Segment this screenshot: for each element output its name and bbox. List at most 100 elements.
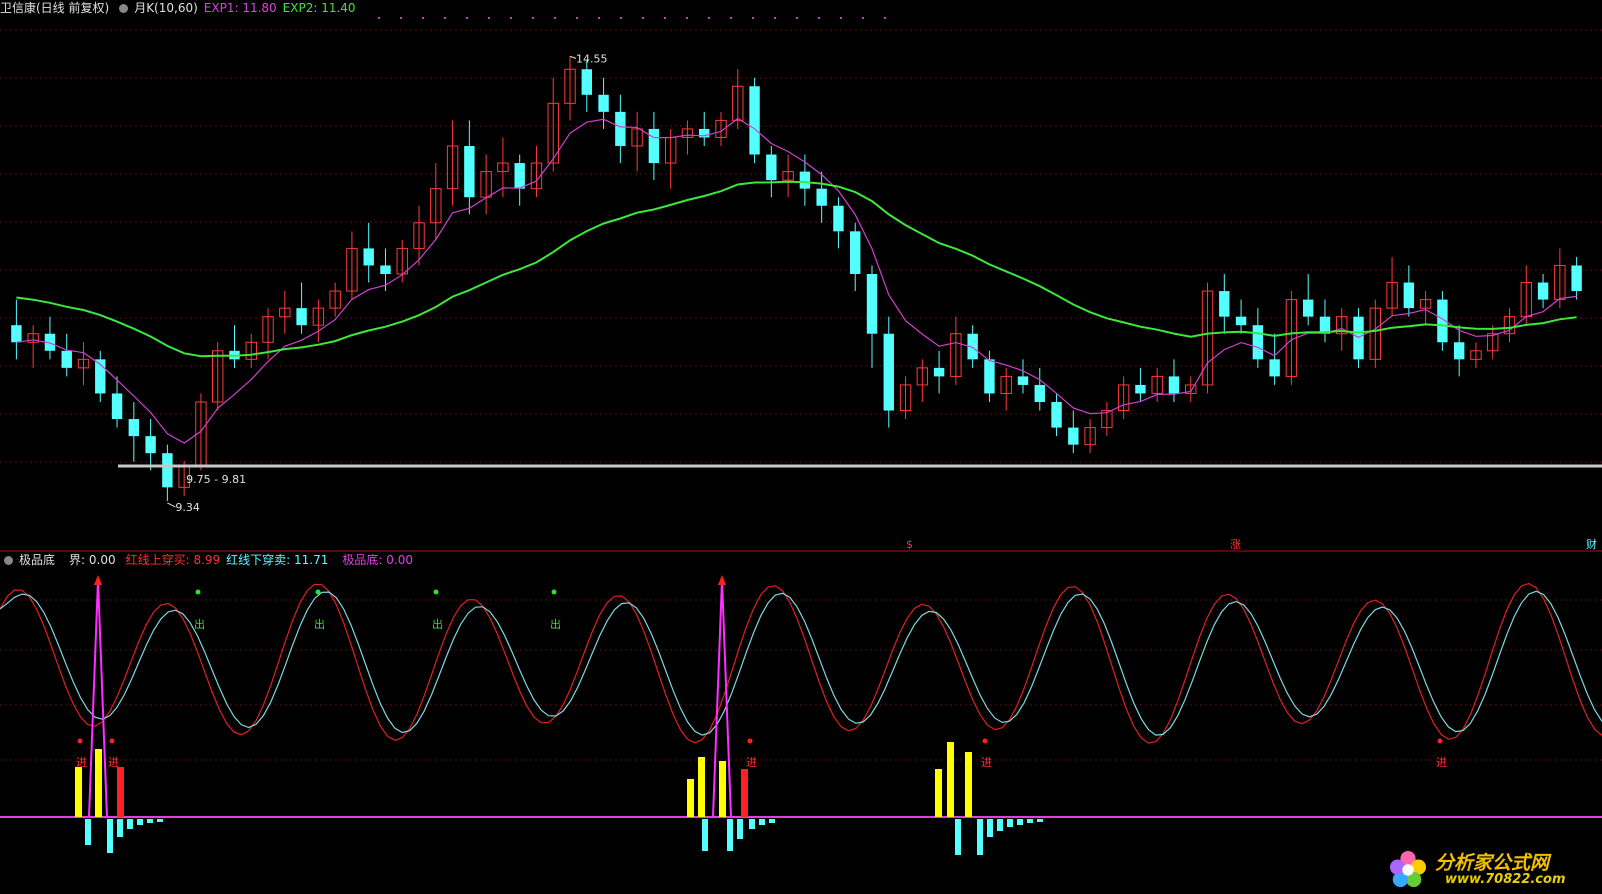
candle-body-down	[1068, 427, 1079, 445]
cyan-bar	[769, 819, 775, 823]
signal-bar	[741, 769, 748, 817]
sell-dot	[551, 589, 557, 595]
signal-bar	[698, 757, 705, 817]
watermark-title: 分析家公式网	[1435, 852, 1550, 874]
candle-body-down	[866, 274, 878, 334]
top-dot	[466, 17, 468, 19]
top-dot	[488, 17, 490, 19]
candle-body-down	[363, 248, 374, 266]
main-chart-header: 卫信康(日线 前复权) 月K(10,60) EXP1: 11.80 EXP2: 11.…	[0, 0, 362, 16]
cyan-bar	[987, 819, 993, 837]
candle-body-down	[61, 350, 72, 368]
sell-dot	[315, 589, 321, 595]
top-dot	[576, 17, 578, 19]
buy-marker: 进	[981, 756, 992, 769]
cyan-bar	[1037, 819, 1043, 822]
candle-body-down	[296, 308, 307, 326]
marker-dollar: $	[906, 538, 913, 551]
signal-bar	[117, 767, 124, 817]
jipindi-label: 极品底: 0.00	[342, 553, 413, 567]
cyan-bar	[137, 819, 143, 825]
cyan-bar	[955, 819, 961, 855]
sell-marker: 出	[550, 617, 561, 631]
buy-dot	[747, 738, 753, 744]
low-pointer	[167, 502, 176, 508]
cross-down-label: 红线下穿卖: 11.71	[226, 553, 329, 567]
candle-body-down	[648, 128, 660, 164]
spike-arrow-icon	[718, 575, 726, 585]
candle-body-down	[581, 69, 592, 95]
cyan-bar	[1007, 819, 1013, 827]
top-dot	[884, 17, 886, 19]
top-dot	[840, 17, 842, 19]
candle-body-down	[1235, 316, 1247, 326]
candle-body-down	[1537, 282, 1549, 300]
candle-body-down	[883, 333, 894, 411]
signal-bar	[719, 761, 726, 817]
signal-bar	[935, 769, 942, 817]
candle-body-down	[1051, 402, 1062, 428]
cyan-bar	[759, 819, 765, 825]
ma-long-line	[16, 180, 1577, 358]
top-dot	[708, 17, 710, 19]
exp1-label: EXP1: 11.80	[203, 1, 277, 15]
cyan-bar	[737, 819, 743, 839]
jie-label: 界: 0.00	[69, 553, 116, 567]
buy-dot	[1437, 738, 1443, 744]
top-dot	[752, 17, 754, 19]
top-dot	[862, 17, 864, 19]
candle-body-down	[766, 154, 777, 181]
candle-body-down	[749, 86, 760, 155]
d-line	[0, 590, 1602, 736]
sell-marker: 出	[314, 617, 325, 631]
cyan-bar	[702, 819, 708, 851]
candle-body-down	[816, 188, 827, 206]
cyan-bar	[117, 819, 123, 837]
candle-body-down	[1302, 299, 1314, 317]
chart-canvas: 14.55 9.34 9.75 - 9.81 $ 涨 财进 进 进 进 进 出 出 出 出	[0, 17, 1602, 855]
top-dot	[532, 17, 534, 19]
settings-circle-icon[interactable]	[4, 556, 13, 565]
buy-dot	[77, 738, 83, 744]
range-label: 9.75 - 9.81	[186, 473, 246, 486]
candle-body-down	[598, 94, 609, 112]
indicator-name: 极品底	[19, 553, 56, 567]
cyan-bar	[147, 819, 153, 823]
top-dot	[774, 17, 776, 19]
candle-body-down	[464, 146, 475, 198]
candle-body-down	[145, 436, 156, 454]
top-dot	[378, 17, 380, 19]
candle-body-down	[933, 367, 945, 377]
stock-title: 卫信康(日线 前复权)	[0, 1, 110, 15]
candle-body-down	[1353, 316, 1364, 360]
candle-body-down	[11, 325, 22, 343]
candle-body-down	[1453, 342, 1465, 360]
candle-body-down	[1135, 384, 1146, 394]
cyan-bar	[157, 819, 163, 822]
candle-body-down	[1219, 291, 1230, 317]
top-dot	[818, 17, 820, 19]
top-dot	[444, 17, 446, 19]
settings-circle-icon[interactable]	[119, 4, 129, 13]
top-dot	[730, 17, 732, 19]
signal-bar	[687, 779, 694, 817]
top-dot	[598, 17, 600, 19]
cyan-bar	[1017, 819, 1023, 825]
candle-body-down	[111, 393, 123, 420]
candle-body-down	[1017, 376, 1029, 385]
candle-body-down	[799, 171, 811, 189]
candle-body-down	[128, 419, 140, 437]
cyan-bar	[127, 819, 133, 829]
indicator-label: 月K(10,60)	[134, 1, 198, 15]
candle-body-down	[1034, 384, 1045, 402]
candle-body-down	[1168, 376, 1180, 394]
candle-body-down	[380, 265, 391, 274]
cross-up-label: 红线上穿买: 8.99	[125, 553, 221, 567]
cyan-bar	[107, 819, 113, 853]
high-price-label: 14.55	[576, 52, 608, 65]
candle-body-down	[984, 359, 995, 394]
spike-arrow-icon	[94, 575, 102, 585]
signal-bar	[75, 767, 82, 817]
sell-dot	[195, 589, 201, 595]
cyan-bar	[997, 819, 1003, 831]
